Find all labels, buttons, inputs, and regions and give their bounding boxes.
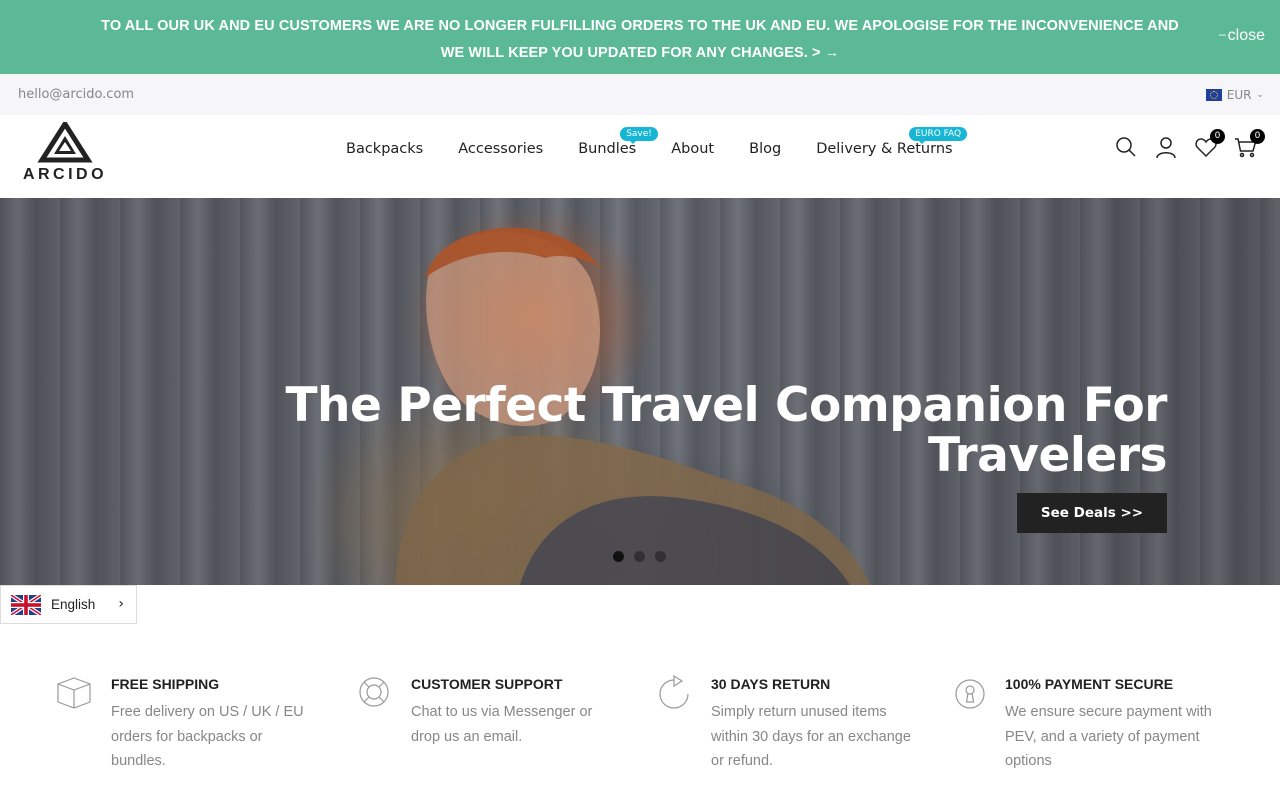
- feature-list: FREE SHIPPING Free delivery on US / UK /…: [0, 670, 1280, 800]
- main-nav: Backpacks Accessories Bundles Save! Abou…: [346, 127, 968, 157]
- nav-item-label: Delivery & Returns: [816, 141, 953, 157]
- hero-title: The Perfect Travel Companion For Travele…: [285, 378, 1167, 483]
- language-label: English: [51, 597, 96, 612]
- logo-text: ARCIDO: [22, 166, 108, 183]
- announcement-bar: TO ALL OUR UK AND EU CUSTOMERS WE ARE NO…: [0, 0, 1280, 74]
- announcement-close-label: close: [1227, 27, 1265, 44]
- euro-faq-badge: EURO FAQ: [909, 127, 968, 144]
- close-dash-icon: –: [1218, 27, 1226, 41]
- search-button[interactable]: [1114, 135, 1138, 159]
- keyhole-icon: [955, 679, 985, 709]
- nav-item-accessories[interactable]: Accessories: [458, 141, 543, 157]
- contact-email[interactable]: hello@arcido.com: [18, 87, 134, 102]
- language-selector[interactable]: English ›: [0, 585, 137, 624]
- top-bar: hello@arcido.com EUR ⌄: [0, 74, 1280, 115]
- nav-item-label: Blog: [749, 141, 782, 157]
- nav-item-label: Backpacks: [346, 141, 424, 157]
- feature-title: FREE SHIPPING: [111, 676, 220, 692]
- slider-dot-1[interactable]: [613, 551, 624, 562]
- account-button[interactable]: [1154, 135, 1178, 159]
- cart-count: 0: [1250, 129, 1265, 144]
- see-deals-button[interactable]: See Deals >>: [1017, 493, 1167, 533]
- wishlist-count: 0: [1210, 129, 1225, 144]
- feature-title: CUSTOMER SUPPORT: [411, 676, 563, 692]
- save-badge: Save!: [620, 127, 658, 144]
- feature-description: Free delivery on US / UK / EU orders for…: [111, 704, 304, 769]
- lifebuoy-icon: [359, 677, 389, 707]
- feature-description: Simply return unused items within 30 day…: [711, 704, 911, 769]
- box-icon: [57, 677, 91, 709]
- cart-button[interactable]: 0: [1234, 129, 1265, 159]
- nav-item-backpacks[interactable]: Backpacks: [346, 141, 423, 157]
- currency-label: EUR: [1226, 88, 1252, 102]
- nav-item-label: Accessories: [458, 141, 544, 157]
- feature-title: 100% PAYMENT SECURE: [1005, 676, 1174, 692]
- site-header: ARCIDO Backpacks Accessories Bundles Sav…: [0, 115, 1280, 198]
- nav-item-delivery-returns[interactable]: Delivery & Returns EURO FAQ: [816, 127, 968, 157]
- refresh-icon: [659, 674, 689, 709]
- logo[interactable]: ARCIDO: [22, 119, 108, 183]
- uk-flag-icon: [11, 594, 41, 615]
- announcement-close-button[interactable]: – close: [1219, 27, 1265, 45]
- nav-item-about[interactable]: About: [671, 141, 714, 157]
- logo-mark-icon: [37, 119, 93, 163]
- slider-dot-3[interactable]: [655, 551, 666, 562]
- user-icon: [1156, 137, 1176, 159]
- nav-item-bundles[interactable]: Bundles Save!: [578, 127, 658, 157]
- arrow-right-icon: →: [824, 45, 840, 61]
- hero-slider: The Perfect Travel Companion For Travele…: [0, 198, 1280, 585]
- chevron-down-icon: ⌄: [1256, 90, 1264, 100]
- currency-selector[interactable]: EUR ⌄: [1205, 88, 1264, 102]
- slider-dots: [613, 551, 666, 562]
- announcement-message: TO ALL OUR UK AND EU CUSTOMERS WE ARE NO…: [101, 18, 1179, 61]
- eu-flag-icon: [1205, 89, 1222, 101]
- slider-dot-2[interactable]: [634, 551, 645, 562]
- search-icon: [1116, 137, 1136, 157]
- feature-description: We ensure secure payment with PEV, and a…: [1005, 704, 1212, 769]
- nav-item-blog[interactable]: Blog: [749, 141, 781, 157]
- announcement-text[interactable]: TO ALL OUR UK AND EU CUSTOMERS WE ARE NO…: [100, 13, 1180, 67]
- feature-title: 30 DAYS RETURN: [711, 676, 831, 692]
- nav-item-label: Bundles: [578, 141, 637, 157]
- nav-item-label: About: [671, 141, 715, 157]
- header-actions: 0 0: [1114, 129, 1265, 159]
- chevron-right-icon: ›: [118, 596, 124, 612]
- wishlist-button[interactable]: 0: [1194, 129, 1225, 159]
- feature-description: Chat to us via Messenger or drop us an e…: [411, 704, 593, 745]
